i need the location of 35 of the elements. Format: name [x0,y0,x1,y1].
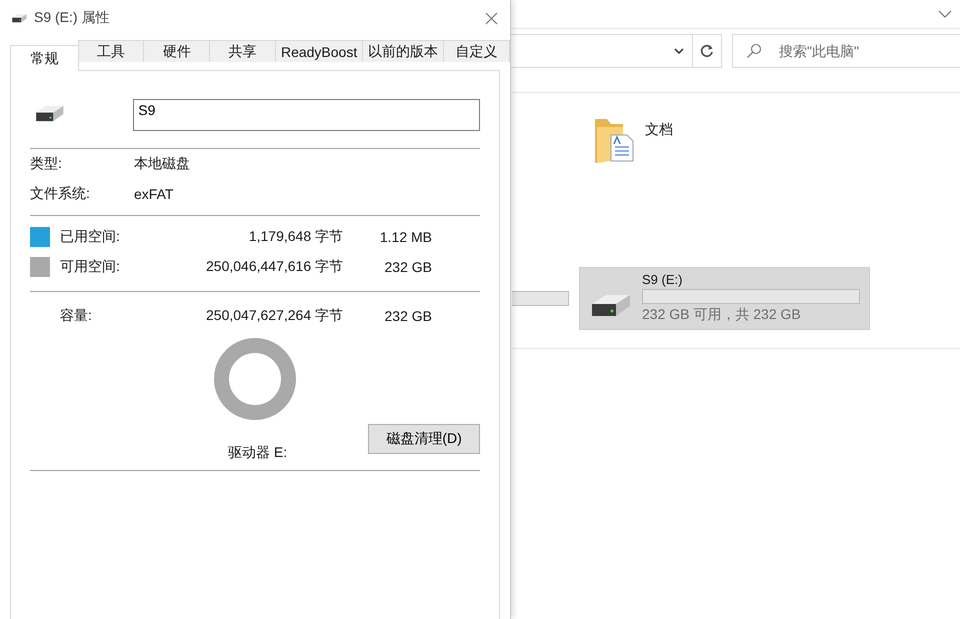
field-value: exFAT [134,186,174,202]
chevron-icon[interactable] [938,10,952,18]
size-value: 232 GB [384,308,432,324]
field-label: 文件系统: [30,185,91,203]
tab[interactable]: 常规 [10,45,79,71]
field-label: 可用空间: [60,258,121,276]
refresh-icon [700,44,714,58]
tab[interactable]: 共享 [209,40,276,62]
size-value: 1.12 MB [378,229,432,245]
field-value: 本地磁盘 [134,155,191,173]
drive-tile[interactable]: S9 (E:) 232 GB 可用，共 232 GB [579,267,870,330]
close-icon[interactable] [485,12,498,24]
drive-icon [10,12,28,24]
tab[interactable]: ReadyBoost [274,40,364,62]
dropdown-icon[interactable] [674,48,684,54]
drive-label: 驱动器 E: [228,444,288,462]
byte-count: 250,047,627,264 字节 [205,307,343,325]
byte-count: 1,179,648 字节 [248,228,343,246]
window-title: S9 (E:) 属性 [34,9,110,27]
byte-count: 250,046,447,616 字节 [205,258,343,276]
search-field[interactable]: 搜索"此电脑" [732,34,960,68]
free-space-text: 232 GB 可用，共 232 GB [642,306,802,324]
refresh-button[interactable] [692,34,722,68]
field-label: 类型: [30,155,63,173]
tab[interactable]: 硬件 [143,40,210,62]
field-label: 已用空间: [60,228,121,246]
tab[interactable]: 自定义 [443,40,510,62]
tab[interactable]: 以前的版本 [362,40,444,62]
field-label: 容量: [60,307,93,325]
folder-name: 文档 [645,121,673,139]
drive-name: S9 (E:) [642,272,684,287]
tab[interactable]: 工具 [78,40,144,62]
name-field[interactable]: S9 [133,99,480,131]
size-value: 232 GB [384,259,432,275]
disk-cleanup-button[interactable]: 磁盘清理(D) [368,424,480,454]
